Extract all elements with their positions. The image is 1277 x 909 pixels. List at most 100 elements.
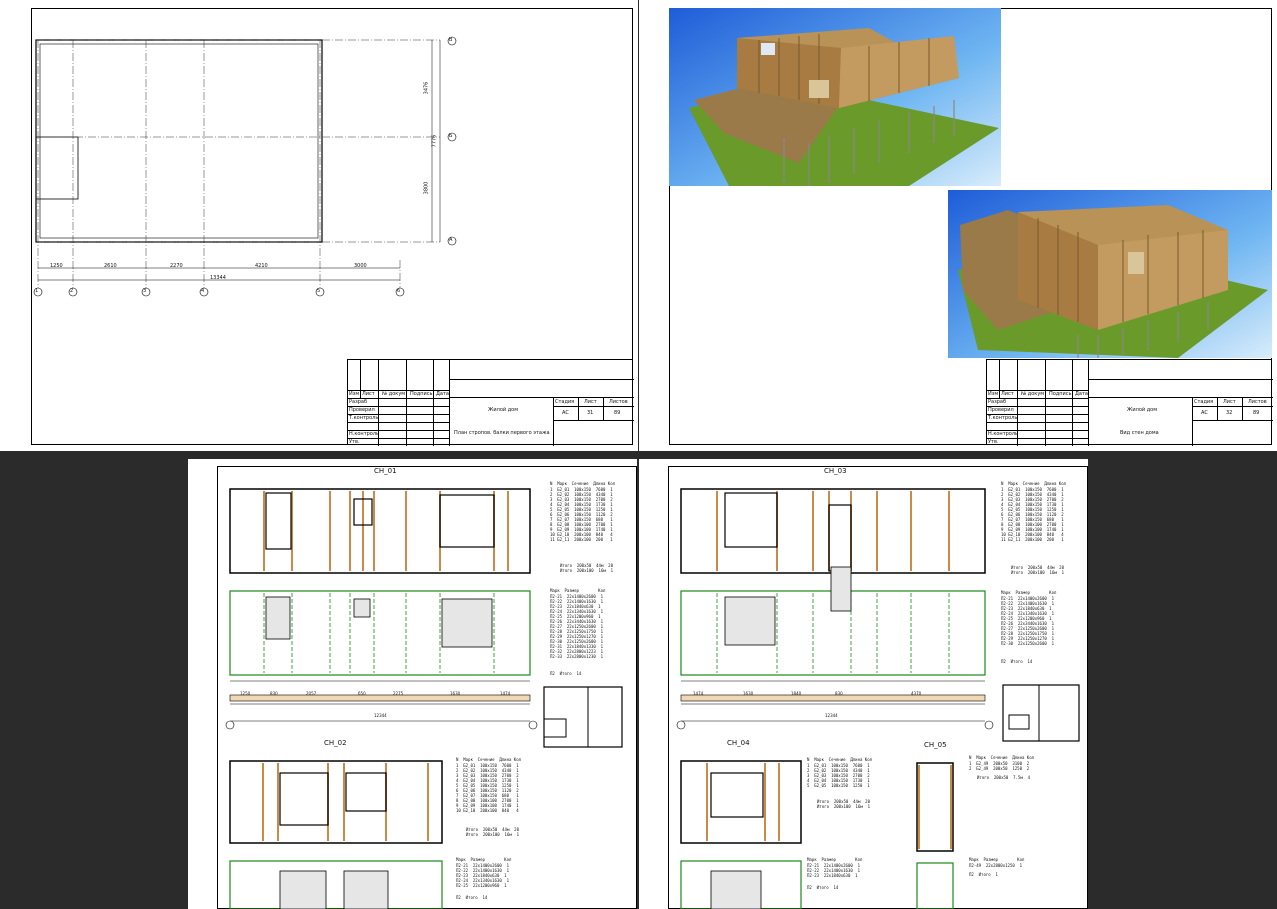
sheet-3d-views[interactable]: Изм Лист № докум Подпись Дата Разраб Про…	[639, 0, 1277, 451]
spec-total: Итого 200х100 16м 1	[466, 832, 519, 837]
spec-total: П2 Итого 14	[1001, 659, 1033, 664]
tb-drawing-title: План стропов. балки первого этажа	[454, 430, 550, 436]
title-block: Изм Лист № докум Подпись Дата Разраб Про…	[347, 359, 634, 446]
axis-label: А	[449, 237, 453, 243]
tb-col-label: Дата	[436, 391, 449, 397]
tb-stage-label: Стадия	[1194, 399, 1214, 405]
dim-label: 2275	[393, 691, 404, 696]
axis-label: 3	[143, 288, 147, 294]
spec-header: Марк Размер Кол	[456, 857, 512, 862]
dim-label: 1250	[50, 263, 63, 269]
spec-header: N Марк Сечение Длина Кол	[550, 481, 616, 486]
spec-total: Итого 200х100 16м 1	[817, 804, 870, 809]
dim-label: 3800	[423, 181, 430, 195]
spec-header: N Марк Сечение Длина Кол	[1001, 481, 1067, 486]
spec-total: Итого 200х100 16м 1	[1011, 570, 1064, 575]
spec-row: П2-49 22х2800х1250 1	[969, 863, 1022, 868]
sheet-plan[interactable]: 1 2 3 4 5 6 В Б А 1250 2610 2270 4210 30…	[0, 0, 638, 451]
tb-stage-label: Стадия	[555, 399, 575, 405]
tb-sheets: 89	[1253, 410, 1260, 416]
tb-row-label: Разраб	[988, 399, 1007, 405]
tb-drawing-title: Вид стен дома	[1120, 430, 1159, 436]
dim-label: 830	[835, 691, 843, 696]
dim-label: 2057	[306, 691, 317, 696]
tb-sheet-label: Лист	[584, 399, 597, 405]
tb-col-label: Дата	[1075, 391, 1088, 397]
dim-label: 1630	[450, 691, 461, 696]
dim-label: 1630	[743, 691, 754, 696]
spec-total: П2 Итого 14	[456, 895, 488, 900]
dim-label: 1250	[240, 691, 251, 696]
tb-sheets: 89	[614, 410, 621, 416]
dim-label: 2610	[104, 263, 117, 269]
dim-label: 3476	[423, 81, 430, 95]
spec-total: П2 Итого 14	[550, 671, 582, 676]
spec-row: П2-30 22х1250х2600 1	[1001, 641, 1054, 646]
tb-project: Жилой дом	[488, 407, 519, 413]
tb-col-label: Подпись	[410, 391, 433, 397]
tb-col-label: Изм	[988, 391, 999, 397]
tb-stage: АС	[1201, 410, 1208, 416]
spec-header: N Марк Сечение Длина Кол	[456, 757, 522, 762]
tb-stage: АС	[562, 410, 569, 416]
spec-header: Марк Размер Кол	[1001, 590, 1057, 595]
spec-row: 2 Б2_49 200х50 1250 2	[969, 766, 1030, 771]
title-block: Изм Лист № докум Подпись Дата Разраб Про…	[986, 359, 1273, 446]
tb-col-label: Подпись	[1049, 391, 1072, 397]
spec-total: П2 Итого 1	[969, 872, 998, 877]
dim-label: 2270	[170, 263, 183, 269]
spec-row: П2-25 22х1200х960 1	[456, 883, 507, 888]
dim-label: 1840	[791, 691, 802, 696]
render-view-1	[669, 8, 1001, 186]
spec-header: Марк Размер Кол	[969, 857, 1025, 862]
dim-label: 3000	[354, 263, 367, 269]
tb-sheets-label: Листов	[1248, 399, 1267, 405]
tb-row-label: Проверил	[988, 407, 1014, 413]
spec-header: Марк Размер Кол	[550, 588, 606, 593]
tb-col-label: Лист	[362, 391, 375, 397]
tb-col-label: № докум	[1021, 391, 1045, 397]
axis-label: 5	[317, 288, 321, 294]
spec-row: 11 Б2_11 200х100 200 1	[550, 537, 613, 542]
dim-label: 1474	[500, 691, 511, 696]
tb-col-label: Лист	[1001, 391, 1014, 397]
spec-row: 10 Б2_10 200х100 840 4	[456, 808, 519, 813]
axis-label: Б	[449, 133, 453, 139]
sheet-walls-right[interactable]: СН_03 СН_04 СН_05 1474 1630 1840 830 437…	[639, 459, 1088, 909]
dim-total-label: 12344	[374, 713, 387, 718]
dim-label: 650	[358, 691, 366, 696]
dim-label: 4210	[255, 263, 268, 269]
dim-label: 4370	[911, 691, 922, 696]
sheet-walls-left[interactable]: СН_01 СН_02 1250 830 2057 650 2275 1630 …	[188, 459, 637, 909]
tb-row-label: Н.контроль	[349, 431, 379, 437]
tb-col-label: № докум	[382, 391, 406, 397]
tb-row-label: Н.контроль	[988, 431, 1018, 437]
tb-row-label: Проверил	[349, 407, 375, 413]
dim-total-label: 12344	[825, 713, 838, 718]
tb-sheet: 32	[1226, 410, 1233, 416]
axis-label: 4	[201, 288, 205, 294]
spec-total: Итого 200х50 7.5м 4	[977, 775, 1030, 780]
axis-label: 6	[397, 288, 401, 294]
axis-label: 2	[70, 288, 74, 294]
spec-total: П2 Итого 14	[807, 885, 839, 890]
tb-project: Жилой дом	[1127, 407, 1158, 413]
tb-row-label: Утв.	[988, 439, 999, 445]
tb-row-label: Т.контроль	[349, 415, 379, 421]
spec-header: N Марк Сечение Длина Кол	[969, 755, 1035, 760]
tb-col-label: Изм	[349, 391, 360, 397]
dim-total-label: 13344	[210, 275, 226, 281]
dim-label: 830	[270, 691, 278, 696]
spec-row: 11 Б2_11 200х100 200 1	[1001, 537, 1064, 542]
spec-total: Итого 200х100 16м 1	[560, 568, 613, 573]
axis-label: В	[449, 37, 453, 43]
tb-sheet: 31	[587, 410, 594, 416]
spec-row: 5 Б2_05 100х150 1250 1	[807, 783, 870, 788]
spec-row: П2-23 22х1840х630 1	[807, 873, 858, 878]
dim-label: 1474	[693, 691, 704, 696]
spec-header: Марк Размер Кол	[807, 857, 863, 862]
tb-row-label: Разраб	[349, 399, 368, 405]
tb-sheet-label: Лист	[1223, 399, 1236, 405]
axis-label: 1	[35, 288, 39, 294]
spec-header: N Марк Сечение Длина Кол	[807, 757, 873, 762]
